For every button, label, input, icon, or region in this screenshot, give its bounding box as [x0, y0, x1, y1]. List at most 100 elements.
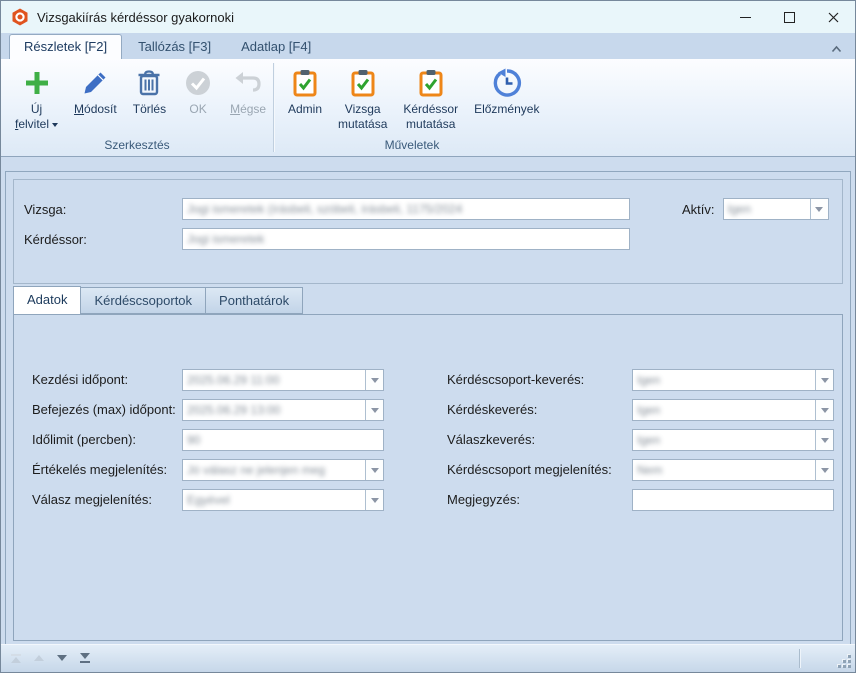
show-question-set-button[interactable]: Kérdéssormutatása — [396, 65, 465, 134]
status-bar — [1, 644, 855, 672]
aktiv-label: Aktív: — [682, 202, 715, 217]
kezdesi-idopont-label: Kezdési időpont: — [32, 372, 128, 387]
maximize-button[interactable] — [767, 1, 811, 33]
dropdown-button[interactable] — [365, 490, 383, 510]
move-last-button[interactable] — [80, 653, 90, 663]
tab-kerdescsoportok[interactable]: Kérdéscsoportok — [81, 287, 206, 314]
dropdown-button[interactable] — [815, 460, 833, 480]
tab-ponthatarok[interactable]: Ponthatárok — [206, 287, 303, 314]
history-button[interactable]: Előzmények — [467, 65, 546, 119]
chevron-up-icon — [831, 45, 842, 53]
app-icon — [11, 8, 29, 26]
clipboard-check-icon — [289, 67, 321, 99]
header-form-panel: Vizsga: Jogi ismeretek (írásbeli, szóbel… — [13, 179, 843, 284]
aktiv-combobox[interactable]: Igen — [723, 198, 829, 220]
record-nav — [11, 653, 90, 663]
move-up-button — [34, 653, 44, 663]
chevron-down-icon — [821, 408, 829, 413]
ok-button: OK — [175, 65, 221, 119]
history-clock-icon — [491, 67, 523, 99]
statusbar-separator — [799, 649, 800, 668]
dropdown-button[interactable] — [815, 430, 833, 450]
megjegyzes-input[interactable] — [632, 489, 834, 511]
dropdown-button[interactable] — [365, 400, 383, 420]
adatok-tab-panel: Kezdési időpont: 2025.06.29 11:00 Befeje… — [13, 314, 843, 641]
kerdescsoport-keveres-label: Kérdéscsoport-keverés: — [447, 372, 584, 387]
kerdescsoport-megjelenites-combobox[interactable]: Nem — [632, 459, 834, 481]
chevron-down-icon — [815, 207, 823, 212]
arrow-up-icon — [11, 657, 21, 663]
ribbon: Újfelvitel Módosít — [1, 59, 855, 157]
undo-icon — [232, 67, 264, 99]
minimize-button[interactable] — [723, 1, 767, 33]
valaszkeveres-combobox[interactable]: Igen — [632, 429, 834, 451]
chevron-down-icon — [821, 378, 829, 383]
ribbon-group-szerkesztes: Újfelvitel Módosít — [1, 59, 273, 156]
plus-icon — [21, 67, 53, 99]
kerdessor-input[interactable]: Jogi ismeretek — [182, 228, 630, 250]
megjegyzes-label: Megjegyzés: — [447, 492, 520, 507]
chevron-down-icon — [371, 378, 379, 383]
clipboard-check-icon — [415, 67, 447, 99]
chevron-down-icon — [371, 498, 379, 503]
pencil-icon — [79, 67, 111, 99]
ertekeles-megjelenites-combobox[interactable]: Jó válasz ne jelenjen meg — [182, 459, 384, 481]
dropdown-button[interactable] — [815, 370, 833, 390]
arrow-up-icon — [34, 655, 44, 661]
befejezes-idopont-combobox[interactable]: 2025.06.29 13:00 — [182, 399, 384, 421]
close-icon — [828, 12, 839, 23]
close-button[interactable] — [811, 1, 855, 33]
cancel-button: Mégse — [223, 65, 273, 119]
check-circle-icon — [182, 67, 214, 99]
befejezes-idopont-label: Befejezés (max) időpont: — [32, 402, 176, 417]
group-label-muveletek: Műveletek — [274, 136, 550, 156]
clipboard-check-icon — [347, 67, 379, 99]
dropdown-button[interactable] — [365, 370, 383, 390]
title-bar: Vizsgakiírás kérdéssor gyakornoki — [1, 1, 855, 33]
dropdown-button[interactable] — [815, 400, 833, 420]
minimize-icon — [740, 17, 751, 18]
kerdeskeveres-combobox[interactable]: Igen — [632, 399, 834, 421]
chevron-down-icon — [371, 408, 379, 413]
dropdown-button[interactable] — [810, 199, 828, 219]
vizsga-input[interactable]: Jogi ismeretek (írásbeli, szóbeli, írásb… — [182, 198, 630, 220]
admin-button[interactable]: Admin — [281, 65, 329, 119]
chevron-down-icon — [821, 468, 829, 473]
vizsga-label: Vizsga: — [24, 202, 182, 217]
new-record-button[interactable]: Újfelvitel — [8, 65, 65, 134]
tab-adatlap[interactable]: Adatlap [F4] — [227, 35, 325, 59]
tab-tallozas[interactable]: Tallózás [F3] — [124, 35, 225, 59]
move-down-button[interactable] — [57, 653, 67, 663]
tab-adatok[interactable]: Adatok — [13, 286, 81, 315]
modify-button[interactable]: Módosít — [67, 65, 124, 119]
resize-grip[interactable] — [837, 654, 851, 668]
group-label-szerkesztes: Szerkesztés — [1, 136, 273, 156]
dropdown-caret-icon — [52, 123, 58, 127]
arrow-down-icon — [57, 655, 67, 661]
app-window: Vizsgakiírás kérdéssor gyakornoki Részle… — [0, 0, 856, 673]
ribbon-group-muveletek: Admin Vizsgamutatása — [274, 59, 550, 156]
window-title: Vizsgakiírás kérdéssor gyakornoki — [37, 10, 723, 25]
ribbon-tab-strip: Részletek [F2] Tallózás [F3] Adatlap [F4… — [1, 33, 855, 60]
idolimit-input[interactable]: 90 — [182, 429, 384, 451]
show-exam-button[interactable]: Vizsgamutatása — [331, 65, 394, 134]
ertekeles-megjelenites-label: Értékelés megjelenítés: — [32, 462, 167, 477]
tab-reszletek[interactable]: Részletek [F2] — [9, 34, 122, 60]
kerdescsoport-megjelenites-label: Kérdéscsoport megjelenítés: — [447, 462, 612, 477]
kerdeskeveres-label: Kérdéskeverés: — [447, 402, 537, 417]
valaszkeveres-label: Válaszkeverés: — [447, 432, 535, 447]
delete-button[interactable]: Törlés — [126, 65, 173, 119]
move-first-button — [11, 653, 21, 663]
maximize-icon — [784, 12, 795, 23]
valasz-megjelenites-label: Válasz megjelenítés: — [32, 492, 152, 507]
valasz-megjelenites-combobox[interactable]: Egyével — [182, 489, 384, 511]
arrow-down-icon — [80, 653, 90, 659]
content-panel: Vizsga: Jogi ismeretek (írásbeli, szóbel… — [5, 171, 851, 647]
dropdown-button[interactable] — [365, 460, 383, 480]
collapse-ribbon-button[interactable] — [823, 39, 849, 59]
idolimit-label: Időlimit (percben): — [32, 432, 136, 447]
kezdesi-idopont-combobox[interactable]: 2025.06.29 11:00 — [182, 369, 384, 391]
kerdescsoport-keveres-combobox[interactable]: Igen — [632, 369, 834, 391]
chevron-down-icon — [371, 468, 379, 473]
chevron-down-icon — [821, 438, 829, 443]
